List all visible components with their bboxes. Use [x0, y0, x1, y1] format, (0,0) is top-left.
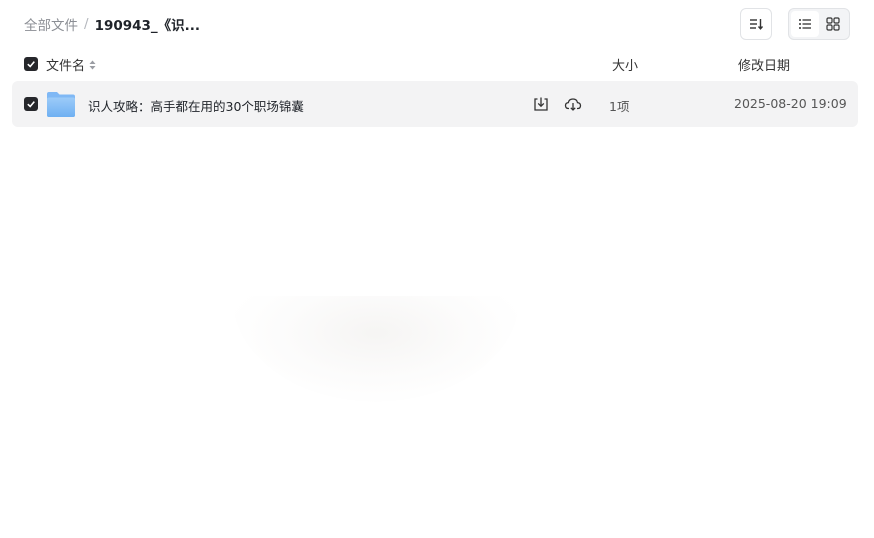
- sort-button[interactable]: [740, 8, 772, 40]
- sort-toggle-icon: [89, 60, 96, 70]
- view-mode-toggle: [788, 8, 850, 40]
- column-header-modified: 修改日期: [738, 59, 791, 74]
- download-icon: [534, 97, 548, 111]
- column-header-size: 大小: [612, 59, 639, 74]
- table-header: 文件名 大小 修改日期: [12, 50, 858, 78]
- list-view-button[interactable]: [791, 11, 819, 37]
- table-row[interactable]: 识人攻略：高手都在用的30个职场锦囊 1项 2025-08-20 19:09: [12, 81, 858, 127]
- grid-view-button[interactable]: [819, 11, 847, 37]
- breadcrumb-separator: /: [84, 16, 89, 32]
- file-name[interactable]: 识人攻略：高手都在用的30个职场锦囊: [88, 96, 304, 115]
- breadcrumb-root-link[interactable]: 全部文件: [24, 14, 78, 34]
- file-manager-page: 全部文件 / 190943_《识... 文件名 大小 修改日期 识人攻略：高手都…: [0, 0, 874, 538]
- column-header-name[interactable]: 文件名: [46, 55, 96, 74]
- sort-icon: [750, 19, 764, 30]
- empty-area-decoration: [232, 296, 520, 402]
- breadcrumb: 全部文件 / 190943_《识...: [24, 14, 200, 34]
- checkmark-icon: [27, 61, 35, 68]
- save-to-cloud-button[interactable]: [562, 93, 584, 115]
- file-size: 1项: [609, 99, 630, 114]
- file-modified-date: 2025-08-20 19:09: [734, 96, 847, 111]
- breadcrumb-current-folder: 190943_《识...: [94, 18, 201, 34]
- list-view-icon: [799, 19, 811, 29]
- folder-icon: [47, 92, 75, 117]
- row-checkbox[interactable]: [24, 97, 38, 111]
- download-button[interactable]: [530, 93, 552, 115]
- cloud-download-icon: [564, 98, 582, 111]
- select-all-checkbox[interactable]: [24, 57, 38, 71]
- checkmark-icon: [27, 101, 35, 108]
- column-header-name-label: 文件名: [46, 59, 86, 74]
- grid-view-icon: [826, 17, 840, 31]
